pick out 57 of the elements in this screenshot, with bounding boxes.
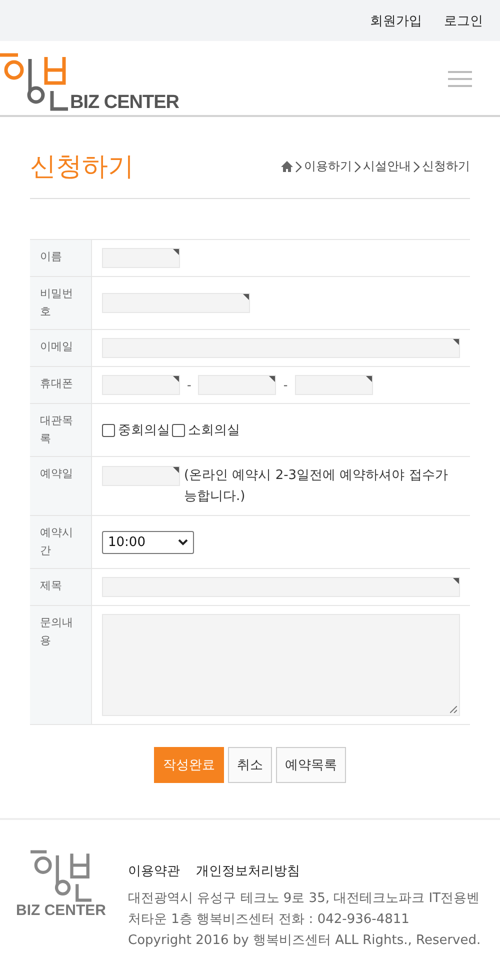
top-link[interactable]: 회원가입 [370,12,422,30]
input-field[interactable] [198,375,276,395]
footer-link[interactable]: 이용약관 [128,862,180,880]
field-label: 이메일 [30,330,92,366]
field-label: 예약일 [30,457,92,515]
corner-mark-icon [269,376,276,382]
input-field[interactable] [102,338,460,358]
corner-mark-icon [173,249,179,255]
address-text: 대전광역시 유성구 테크노 9로 35, 대전테크노파크 IT전용벤처타운 1층 행복비즈센터 전화 : 042-936-4811 [128,890,481,929]
logo-mark-icon [30,850,92,902]
footer-link[interactable]: 개인정보처리방침 [196,862,300,880]
menu-icon[interactable] [448,71,472,87]
separator-dash: - [187,378,192,392]
field-label: 휴대폰 [30,367,92,403]
reservation-note: (온라인 예약시 2-3일전에 예약하셔야 접수가 능합니다.) [184,467,449,506]
input-field[interactable] [102,248,180,268]
field-label: 비밀번호 [30,277,92,329]
form-button[interactable]: 취소 [228,747,272,783]
checkbox-label[interactable]: 중회의실 [118,421,170,439]
chevron-icon [295,160,302,172]
copyright-text: Copyright 2016 by 행복비즈센터 ALL Rights., Reserved. [128,932,482,950]
logo-mark-icon[interactable] [0,53,68,111]
corner-mark-icon [243,294,249,300]
input-field[interactable] [102,577,460,597]
checkbox-label[interactable]: 소회의실 [188,421,240,439]
resize-grip-icon[interactable] [450,706,457,713]
chevron-icon [413,160,420,172]
input-field[interactable] [102,293,250,313]
separator-dash: - [283,378,288,392]
home-icon[interactable] [281,161,293,172]
field-label: 문의내용 [30,606,92,724]
checkbox[interactable] [102,424,115,436]
field-label: 이름 [30,240,92,276]
field-label: 대관목록 [30,404,92,456]
corner-mark-icon [173,376,179,382]
page-title: 신청하기 [30,151,134,184]
breadcrumb-link[interactable]: 이용하기 [304,158,352,175]
time-select[interactable]: 10:00 [102,530,194,554]
chevron-icon [354,160,361,172]
corner-mark-icon [366,376,372,382]
field-label: 예약시간 [30,516,92,568]
footer-logo-text: BIZ CENTER [16,902,106,919]
caret-icon [178,538,188,546]
corner-mark-icon [453,578,459,584]
corner-mark-icon [453,339,459,345]
breadcrumb-link[interactable]: 시설안내 [363,158,411,175]
input-field[interactable] [102,466,180,486]
input-field[interactable] [294,375,373,395]
breadcrumb-link[interactable]: 신청하기 [422,158,470,175]
logo-text[interactable]: BIZ CENTER [70,95,179,111]
checkbox[interactable] [172,424,185,436]
form-button[interactable]: 예약목록 [276,747,346,783]
top-link[interactable]: 로그인 [444,12,483,30]
textarea-field[interactable] [102,614,460,716]
input-field[interactable] [102,375,180,395]
corner-mark-icon [173,467,179,473]
field-label: 제목 [30,569,92,605]
